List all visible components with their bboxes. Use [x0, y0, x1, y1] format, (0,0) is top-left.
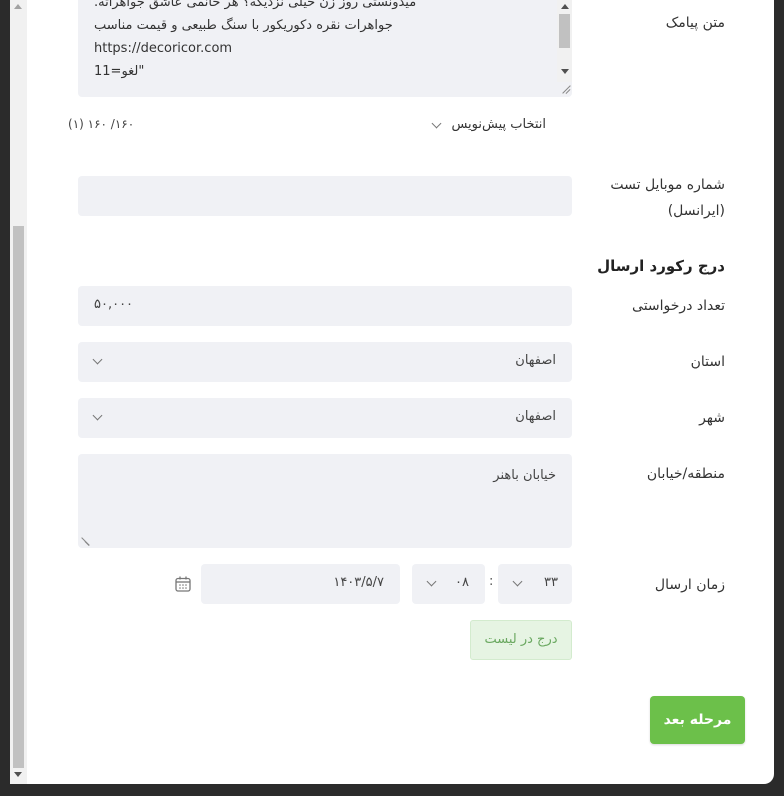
- scroll-down-arrow-icon[interactable]: [14, 772, 22, 777]
- scroll-up-arrow-icon[interactable]: [561, 4, 569, 9]
- chevron-down-icon: [92, 354, 103, 365]
- draft-select-label: انتخاب پیش‌نویس: [451, 117, 546, 132]
- city-select[interactable]: اصفهان: [78, 398, 572, 438]
- area-textarea[interactable]: خیابان باهنر: [78, 454, 572, 548]
- sms-line-2: جواهرات نقره دکوریکور با سنگ طبیعی و قیم…: [94, 18, 393, 33]
- sms-textarea[interactable]: میدونستی روز زن خیلی نزدیکه؟ هر خانمی عا…: [78, 0, 572, 97]
- sms-text-label: متن پیامک: [665, 15, 725, 31]
- hour-select[interactable]: ۰۸: [412, 564, 485, 604]
- chevron-down-icon: [431, 118, 442, 129]
- date-value: ۱۴۰۳/۵/۷: [333, 575, 384, 590]
- request-count-input[interactable]: ۵۰,۰۰۰: [78, 286, 572, 326]
- test-mobile-label-line1: شماره موبایل تست: [610, 177, 725, 193]
- request-count-value: ۵۰,۰۰۰: [94, 297, 134, 312]
- sms-char-counter: ۱۶۰/ ۱۶۰ (۱): [68, 117, 135, 131]
- chevron-down-icon: [92, 410, 103, 421]
- minute-value: ۳۳: [544, 575, 558, 590]
- date-input[interactable]: ۱۴۰۳/۵/۷: [201, 564, 400, 604]
- insert-in-list-button[interactable]: درج در لیست: [470, 620, 572, 660]
- page-scroll-thumb[interactable]: [13, 226, 24, 768]
- hour-value: ۰۸: [455, 575, 469, 590]
- province-select[interactable]: اصفهان: [78, 342, 572, 382]
- sms-line-4: لغو=11": [94, 64, 145, 79]
- request-count-label: تعداد درخواستی: [632, 298, 725, 314]
- time-separator: :: [489, 574, 494, 589]
- calendar-icon[interactable]: [174, 575, 192, 593]
- sms-scrollbar[interactable]: [557, 0, 572, 82]
- page-scrollbar[interactable]: [10, 0, 27, 784]
- sms-text-content: میدونستی روز زن خیلی نزدیکه؟ هر خانمی عا…: [94, 0, 554, 83]
- area-value: خیابان باهنر: [493, 468, 556, 483]
- province-value: اصفهان: [515, 353, 556, 368]
- minute-select[interactable]: ۳۳: [498, 564, 572, 604]
- record-section-title: درج رکورد ارسال: [597, 257, 725, 275]
- sms-line-3: https://decoricor.com: [94, 41, 233, 56]
- province-label: استان: [690, 354, 725, 370]
- city-value: اصفهان: [515, 409, 556, 424]
- chevron-down-icon: [512, 576, 523, 587]
- scroll-down-arrow-icon[interactable]: [561, 69, 569, 74]
- test-mobile-label: شماره موبایل تست (ایرانسل): [610, 172, 725, 224]
- area-label: منطقه/خیابان: [646, 466, 725, 482]
- scroll-up-arrow-icon[interactable]: [14, 4, 22, 9]
- next-step-button[interactable]: مرحله بعد: [650, 696, 745, 744]
- send-time-label: زمان ارسال: [654, 577, 725, 593]
- scroll-thumb[interactable]: [559, 14, 570, 48]
- form-card: متن پیامک میدونستی روز زن خیلی نزدیکه؟ ه…: [10, 0, 774, 784]
- sms-line-1: میدونستی روز زن خیلی نزدیکه؟ هر خانمی عا…: [94, 0, 417, 10]
- test-mobile-label-line2: (ایرانسل): [667, 203, 725, 219]
- draft-select[interactable]: انتخاب پیش‌نویس: [428, 117, 546, 137]
- test-mobile-input[interactable]: [78, 176, 572, 216]
- city-label: شهر: [699, 410, 725, 426]
- resize-handle-icon[interactable]: [560, 85, 570, 95]
- resize-handle-icon[interactable]: [79, 537, 89, 547]
- chevron-down-icon: [426, 576, 437, 587]
